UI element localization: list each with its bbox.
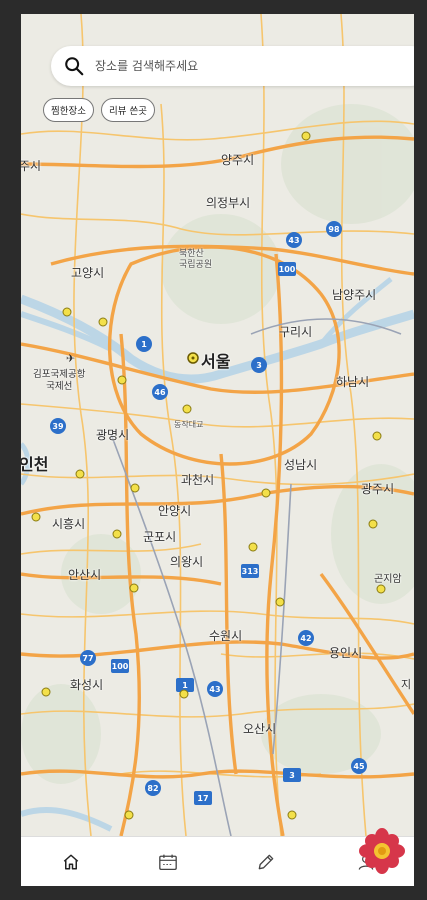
search-bar[interactable] <box>51 46 414 86</box>
chip-saved-places[interactable]: 찜한장소 <box>43 98 94 122</box>
nav-home-button[interactable] <box>56 847 86 877</box>
map-label: 주시 <box>21 159 42 173</box>
home-icon <box>63 854 79 870</box>
map-label: 지 <box>401 678 412 691</box>
nav-write-button[interactable] <box>251 847 281 877</box>
map-label: 과천시 <box>181 473 215 487</box>
flower-logo-icon[interactable] <box>359 828 405 874</box>
map-label: 성남시 <box>284 458 318 472</box>
map-label: 광주시 <box>361 482 395 496</box>
chip-reviewed-places[interactable]: 리뷰 쓴곳 <box>100 98 155 122</box>
map-label: 의정부시 <box>206 196 251 210</box>
map-label: 구리시 <box>279 325 313 339</box>
app-screen: 1 3 46 100 43 98 39 42 17 77 82 45 313 1… <box>21 14 414 886</box>
bottom-nav <box>21 836 414 886</box>
map-label: 곤지암 <box>374 574 402 585</box>
map-label: 안양시 <box>158 504 192 518</box>
map-label: 동작대교 <box>174 420 204 429</box>
place-labels: 주시 양주시 의정부시 고양시 북한산 국립공원 남양주시 구리시 서울 김포국… <box>21 14 414 836</box>
map-label: 오산시 <box>243 722 277 736</box>
map-label: 하남시 <box>336 375 370 389</box>
map-label: 안산시 <box>68 568 102 582</box>
map-label: 의왕시 <box>170 555 204 569</box>
map-label: 김포국제공항 국제선 <box>33 369 86 392</box>
search-input[interactable] <box>95 59 375 73</box>
map-label: 화성시 <box>70 678 104 692</box>
filter-chips: 찜한장소 리뷰 쓴곳 <box>43 98 155 122</box>
calendar-icon <box>159 854 177 871</box>
pencil-icon <box>258 854 274 870</box>
map-label: 고양시 <box>71 266 105 280</box>
map-label: 북한산 국립공원 <box>179 249 213 270</box>
map-view[interactable]: 1 3 46 100 43 98 39 42 17 77 82 45 313 1… <box>21 14 414 836</box>
search-icon <box>65 57 84 76</box>
map-label: 인천 <box>21 455 49 474</box>
map-label: 수원시 <box>209 629 243 643</box>
map-label: 양주시 <box>221 153 255 167</box>
map-label: 광명시 <box>96 428 130 442</box>
map-label: 남양주시 <box>332 288 377 302</box>
nav-calendar-button[interactable] <box>153 847 183 877</box>
map-label: 서울 <box>201 352 231 371</box>
map-label: 시흥시 <box>52 517 86 531</box>
map-label: 군포시 <box>143 530 177 544</box>
map-label: 용인시 <box>329 646 363 660</box>
